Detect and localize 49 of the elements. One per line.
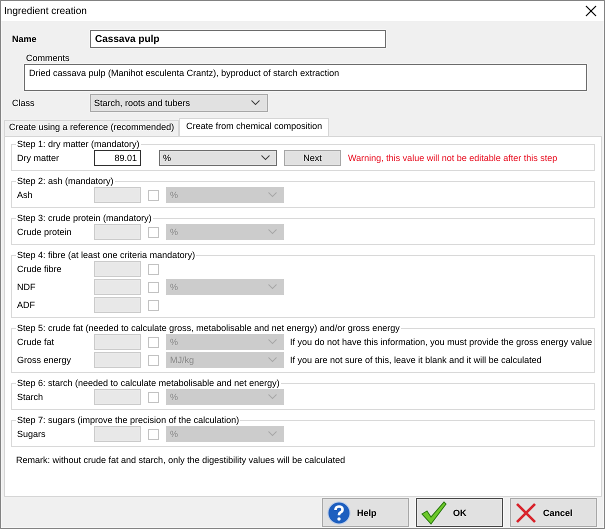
field-label: Ash (16, 190, 34, 200)
field-label: Gross energy (16, 355, 72, 365)
hint-text: If you do not have this information, you must provide the gross energy value (290, 337, 592, 347)
ok-button[interactable]: OK (416, 498, 503, 527)
chevron-icon (268, 357, 277, 363)
tab[interactable]: Create from chemical composition (179, 118, 330, 136)
field-label: Dry matter (16, 153, 60, 163)
cancel-icon (515, 502, 537, 524)
name-field[interactable]: Cassava pulp (90, 30, 386, 48)
next-button[interactable]: Next (284, 150, 341, 166)
check-icon (421, 500, 447, 524)
help-icon (327, 500, 351, 524)
field-label: NDF (16, 282, 36, 292)
close-icon[interactable] (584, 4, 598, 18)
chevron-icon (268, 431, 277, 437)
tab[interactable]: Create using a reference (recommended) (4, 120, 180, 136)
help-button[interactable]: Help (322, 498, 409, 527)
group-title: Step 4: fibre (at least one criteria mandatory) (16, 250, 196, 260)
cancel-button[interactable]: Cancel (510, 498, 597, 527)
group-title: Step 3: crude protein (mandatory) (16, 213, 153, 223)
field-label: Crude fat (16, 337, 56, 347)
remark-text: Remark: without crude fat and starch, only the digestibility values will be calculated (16, 455, 346, 465)
group-title: Step 1: dry matter (mandatory) (16, 139, 141, 149)
field-label: Starch (16, 392, 44, 402)
chevron-icon (261, 155, 270, 161)
group-title: Step 7: sugars (improve the precision of the calculation) (16, 415, 240, 425)
comments-field[interactable]: Dried cassava pulp (Manihot esculenta Crantz), byproduct of starch extraction (24, 64, 587, 91)
group-title: Step 6: starch (needed to calculate metabolisable and net energy) (16, 378, 281, 388)
field-label: Comments (26, 53, 71, 63)
group-title: Step 5: crude fat (needed to calculate gross, metabolisable and net energy) and/or gross energy (16, 323, 401, 333)
group-title: Step 2: ash (mandatory) (16, 176, 115, 186)
warning-text: Warning, this value will not be editable after this step (348, 153, 558, 163)
field-label: Crude protein (16, 227, 73, 237)
value-field[interactable]: 89.01 (94, 150, 141, 166)
window-title: Ingredient creation (4, 6, 87, 16)
chevron-icon (268, 284, 277, 290)
unit-dropdown[interactable]: % (159, 150, 277, 166)
class-dropdown[interactable]: Starch, roots and tubers (90, 94, 268, 112)
chevron-icon (268, 339, 277, 345)
field-label: Crude fibre (16, 264, 63, 274)
field-label: Class (11, 98, 36, 108)
field-label: Name (11, 34, 38, 44)
field-label: ADF (16, 300, 36, 310)
chevron-icon (268, 394, 277, 400)
chevron-icon (268, 192, 277, 198)
field-label: Sugars (16, 429, 47, 439)
hint-text: If you are not sure of this, leave it blank and it will be calculated (290, 355, 542, 365)
chevron-icon (251, 100, 260, 106)
chevron-icon (268, 229, 277, 235)
